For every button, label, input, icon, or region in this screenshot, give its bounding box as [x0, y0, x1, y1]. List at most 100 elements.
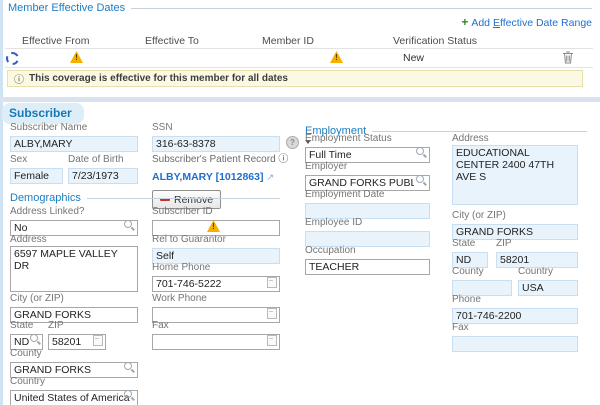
field-occupation: Occupation	[305, 245, 430, 275]
employee-id-label: Employee ID	[305, 217, 430, 228]
subscriber-name-input[interactable]	[10, 136, 138, 152]
table-row-separator	[5, 67, 593, 68]
field-city: City (or ZIP)	[10, 293, 138, 323]
field-dob: Date of Birth	[68, 154, 138, 184]
patient-record-link[interactable]: ALBY,MARY [1012863]	[152, 171, 263, 183]
ssn-help-icon[interactable]: ?	[286, 136, 299, 149]
add-link-text: Add	[471, 17, 493, 29]
field-employment-phone: Phone	[452, 294, 578, 324]
patient-record-label-text: Subscriber's Patient Record	[152, 154, 276, 165]
field-subscriber-id: Subscriber ID	[152, 206, 280, 236]
state-label: State	[10, 320, 43, 331]
address-textarea[interactable]: 6597 MAPLE VALLEY DR	[10, 246, 138, 292]
employment-city-label: City (or ZIP)	[452, 210, 578, 221]
field-state: State	[10, 320, 43, 350]
employment-address-label: Address	[452, 133, 578, 144]
search-icon[interactable]	[416, 175, 427, 186]
employment-status-label: Employment Status	[305, 133, 430, 144]
employment-state-label: State	[452, 238, 488, 249]
search-icon[interactable]	[416, 147, 427, 158]
occupation-input[interactable]	[305, 259, 430, 275]
employment-rule	[372, 131, 587, 132]
subscriber-id-warning-icon	[207, 220, 220, 232]
field-employment-address: Address EDUCATIONAL CENTER 2400 47TH AVE…	[452, 133, 578, 210]
home-phone-input[interactable]	[152, 276, 280, 292]
coverage-page: Member Effective Dates +Add Effective Da…	[0, 0, 600, 405]
country-label: Country	[10, 376, 138, 387]
rel-to-guarantor-label: Rel to Guarantor	[152, 234, 280, 245]
field-fax: Fax	[152, 320, 280, 350]
phone-icon[interactable]	[267, 335, 277, 346]
field-employment-zip: ZIP	[496, 238, 578, 268]
fax-input[interactable]	[152, 334, 280, 350]
add-link-accel: E	[493, 17, 500, 29]
subscriber-name-label: Subscriber Name	[10, 122, 138, 133]
search-icon[interactable]	[124, 220, 135, 231]
sex-label: Sex	[10, 154, 63, 165]
member-id-warning-icon	[330, 51, 343, 63]
ssn-input[interactable]	[152, 136, 280, 152]
field-country: Country	[10, 376, 138, 405]
add-link-text-rest: ffective Date Range	[500, 17, 592, 29]
search-icon[interactable]	[124, 362, 135, 373]
member-effective-dates-title: Member Effective Dates	[8, 2, 125, 14]
member-effective-dates-header: Member Effective Dates	[8, 2, 592, 14]
employment-address-textarea[interactable]: EDUCATIONAL CENTER 2400 47TH AVE S	[452, 145, 578, 205]
col-verification-status: Verification Status	[393, 35, 477, 47]
fax-label: Fax	[152, 320, 280, 331]
field-address: Address 6597 MAPLE VALLEY DR	[10, 234, 138, 297]
field-ssn: SSN	[152, 122, 280, 152]
header-rule	[131, 8, 592, 9]
sex-input[interactable]	[10, 168, 63, 184]
search-icon[interactable]	[124, 390, 135, 401]
address-label: Address	[10, 234, 138, 245]
field-rel-to-guarantor: Rel to Guarantor	[152, 234, 280, 264]
employment-fax-input[interactable]	[452, 336, 578, 352]
patient-record-info-icon[interactable]: ⓘ	[278, 154, 288, 165]
field-employment-county: County	[452, 266, 512, 296]
city-label: City (or ZIP)	[10, 293, 138, 304]
field-zip: ZIP	[48, 320, 106, 350]
employment-county-label: County	[452, 266, 512, 277]
field-county: County	[10, 348, 138, 378]
tab-subscriber[interactable]: Subscriber	[2, 103, 84, 124]
patient-record-label: Subscriber's Patient Record ⓘ	[152, 154, 312, 165]
open-patient-record-icon[interactable]: ↗	[266, 172, 274, 182]
phone-icon[interactable]	[267, 308, 277, 319]
search-icon[interactable]	[30, 334, 41, 345]
employment-date-label: Employment Date	[305, 189, 430, 200]
address-linked-label: Address Linked?	[10, 206, 138, 217]
dob-input[interactable]	[68, 168, 138, 184]
add-effective-date-range-link[interactable]: +Add Effective Date Range	[461, 15, 592, 29]
employer-label: Employer	[305, 161, 430, 172]
demographics-title: Demographics	[10, 192, 81, 204]
sync-icon[interactable]	[6, 52, 19, 65]
county-label: County	[10, 348, 138, 359]
work-phone-label: Work Phone	[152, 293, 280, 304]
col-effective-to: Effective To	[145, 35, 199, 47]
employment-fax-label: Fax	[452, 322, 578, 333]
coverage-notice-text: This coverage is effective for this memb…	[29, 73, 288, 84]
demographics-header: Demographics	[10, 192, 280, 204]
employment-phone-label: Phone	[452, 294, 578, 305]
dob-label: Date of Birth	[68, 154, 138, 165]
info-icon: ⓘ	[14, 71, 24, 86]
country-input[interactable]	[10, 390, 138, 405]
field-employment-country: Country	[518, 266, 578, 296]
subscriber-id-label: Subscriber ID	[152, 206, 280, 217]
field-employment-city: City (or ZIP)	[452, 210, 578, 240]
occupation-label: Occupation	[305, 245, 430, 256]
zip-icon[interactable]	[93, 335, 103, 346]
col-effective-from: Effective From	[22, 35, 90, 47]
coverage-notice-bar: ⓘ This coverage is effective for this me…	[7, 70, 583, 87]
employment-zip-label: ZIP	[496, 238, 578, 249]
table-header-separator	[5, 48, 593, 49]
field-sex: Sex	[10, 154, 63, 184]
ssn-label: SSN	[152, 122, 280, 133]
phone-icon[interactable]	[267, 277, 277, 288]
field-employee-id: Employee ID	[305, 217, 430, 247]
field-employment-date: Employment Date	[305, 189, 430, 219]
field-employer: Employer	[305, 161, 430, 191]
verification-status-value: New	[403, 52, 424, 64]
effective-from-warning-icon	[70, 51, 83, 63]
